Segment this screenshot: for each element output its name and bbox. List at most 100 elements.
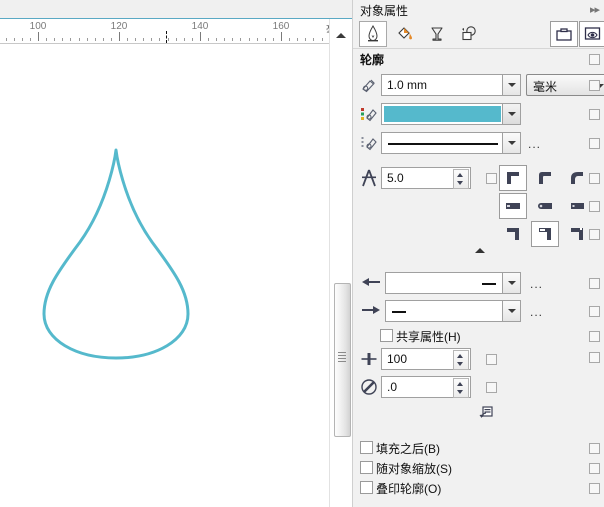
ruler-major-tick [281,32,282,41]
miter-limit-spinner[interactable] [453,169,469,189]
start-arrow-more-button[interactable]: ... [530,277,543,291]
object-shape-icon[interactable] [455,21,483,47]
scale-with-object-checkbox[interactable] [360,461,373,474]
water-drop-shape[interactable] [36,144,196,364]
overprint-outline-lock-checkbox[interactable] [589,483,600,494]
outline-pen-icon[interactable] [359,21,387,47]
nib-angle-field[interactable]: .0 [381,376,471,398]
spinner-up-icon[interactable] [457,382,463,386]
share-attributes-lock-checkbox[interactable] [589,331,600,342]
end-arrow-lock-checkbox[interactable] [589,306,600,317]
grip-line [338,361,346,362]
outline-width-dropdown-button[interactable] [502,75,520,95]
nib-angle-lock-checkbox[interactable] [486,382,497,393]
spinner-up-icon[interactable] [457,173,463,177]
scale-with-object-lock-checkbox[interactable] [589,463,600,474]
ruler-minor-tick [135,38,136,41]
start-arrow-preview [482,283,496,285]
outline-position-center-icon[interactable] [531,221,559,247]
corner-round-icon[interactable] [531,165,559,191]
start-arrow-lock-checkbox[interactable] [589,278,600,289]
nib-angle-value: .0 [387,380,397,394]
outline-style-icon [360,134,378,152]
chevron-down-icon [508,83,516,87]
behind-fill-lock-checkbox[interactable] [589,443,600,454]
outline-style-dropdown-button[interactable] [502,133,520,153]
double-chevron-right-icon[interactable]: ▸▸ [590,3,599,16]
spinner-up-icon[interactable] [457,354,463,358]
share-attributes-checkbox[interactable] [380,329,393,342]
miter-limit-icon [359,168,377,186]
preview-eye-icon[interactable] [579,21,604,47]
share-attributes-label: 共享属性(H) [396,328,461,345]
scroll-up-button[interactable] [332,27,350,43]
collapse-up-arrow-icon[interactable] [475,248,485,253]
corner-style-lock-checkbox[interactable] [589,173,600,184]
ruler-minor-tick [30,38,31,41]
triangle-up-icon [336,33,346,38]
outline-width-field[interactable]: 1.0 mm [381,74,521,96]
nib-angle-spinner[interactable] [453,378,469,398]
nib-stretch-field[interactable]: 100 [381,348,471,370]
outline-width-value: 1.0 mm [387,78,427,92]
spinner-down-icon[interactable] [457,390,463,394]
solid-line-preview [388,143,498,145]
cap-round-icon[interactable] [531,193,559,219]
ruler-major-label: 100 [30,21,47,32]
outline-position-outside-icon[interactable] [499,221,527,247]
horizontal-ruler[interactable]: 100120140160 毫米 [0,19,352,44]
ruler-minor-tick [95,38,96,41]
cap-style-lock-checkbox[interactable] [589,201,600,212]
corner-bevel-icon[interactable] [563,165,591,191]
corner-miter-icon[interactable] [499,165,527,191]
outline-section-lock-checkbox[interactable] [589,54,600,65]
outline-style-more-button[interactable]: ... [528,137,541,151]
canvas-vertical-scrollbar[interactable] [329,19,352,507]
panel-title-bar: 对象属性 ▸▸ [353,0,604,18]
outline-color-field[interactable] [381,103,521,125]
outline-style-lock-checkbox[interactable] [589,138,600,149]
open-folder-icon[interactable] [550,21,578,47]
reset-nib-icon[interactable] [471,400,499,426]
nib-preview-lock-checkbox[interactable] [589,352,600,363]
overprint-outline-checkbox[interactable] [360,481,373,494]
drawing-canvas[interactable] [0,44,330,507]
start-arrow-field[interactable] [385,272,521,294]
outline-position-inside-icon[interactable] [563,221,591,247]
cap-square-icon[interactable] [499,193,527,219]
nib-stretch-spinner[interactable] [453,350,469,370]
ruler-major-tick [119,32,120,41]
scrollbar-thumb[interactable] [334,283,351,437]
fill-bucket-icon[interactable] [391,21,419,47]
outline-color-swatch[interactable] [384,106,501,122]
nib-stretch-lock-checkbox[interactable] [486,354,497,365]
outline-color-lock-checkbox[interactable] [589,109,600,120]
outline-style-field[interactable] [381,132,521,154]
outline-width-lock-checkbox[interactable] [589,80,600,91]
cap-extended-square-icon[interactable] [563,193,591,219]
outline-section-heading: 轮廓 [360,51,384,68]
end-arrow-field[interactable] [385,300,521,322]
chevron-down-icon [508,281,516,285]
ruler-minor-tick [232,38,233,41]
spinner-down-icon[interactable] [457,362,463,366]
outline-position-lock-checkbox[interactable] [589,229,600,240]
end-arrow-more-button[interactable]: ... [530,305,543,319]
start-arrow-dropdown-button[interactable] [502,273,520,293]
behind-fill-checkbox[interactable] [360,441,373,454]
ruler-major-tick [38,32,39,41]
ruler-minor-tick [46,38,47,41]
ruler-major-label: 140 [192,21,209,32]
arrow-end-icon [360,303,378,321]
miter-limit-lock-checkbox[interactable] [486,173,497,184]
spinner-down-icon[interactable] [457,181,463,185]
end-arrow-dropdown-button[interactable] [502,301,520,321]
outline-color-dropdown-button[interactable] [502,104,520,124]
nib-stretch-icon [359,350,377,368]
transparency-icon[interactable] [423,21,451,47]
ruler-minor-tick [176,38,177,41]
miter-limit-field[interactable]: 5.0 [381,167,471,189]
ruler-minor-tick [313,38,314,41]
ruler-minor-tick [22,38,23,41]
overprint-outline-label: 叠印轮廓(O) [376,480,441,497]
